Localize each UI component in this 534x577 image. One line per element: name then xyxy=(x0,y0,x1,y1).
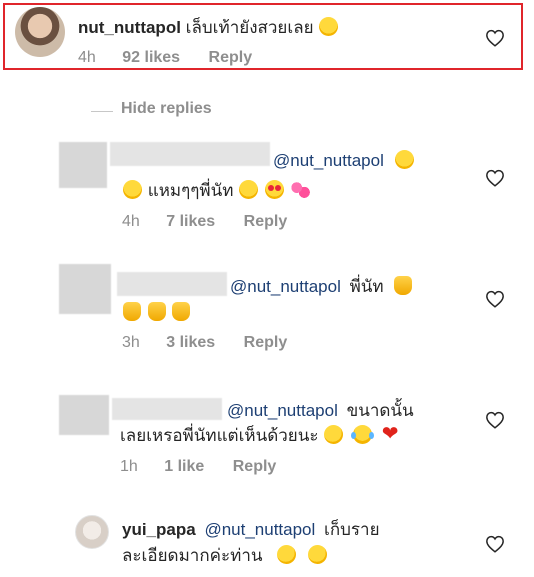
reply-text: ขนาดนั้น xyxy=(346,401,414,420)
comment-time[interactable]: 1h xyxy=(120,458,138,475)
heart-outline-icon[interactable] xyxy=(485,29,505,47)
reply-line-1: @nut_nuttapol พี่นัท xyxy=(230,276,413,298)
heart-eyes-face-icon xyxy=(264,180,284,199)
username-link[interactable] xyxy=(112,398,222,420)
heart-outline-icon[interactable] xyxy=(485,169,505,187)
reply-line-1: @nut_nuttapol xyxy=(273,150,415,172)
likes-count[interactable]: 92 likes xyxy=(122,49,180,66)
thumbs-up-icon xyxy=(394,276,413,295)
reply-line-1: @nut_nuttapol ขนาดนั้น xyxy=(227,400,414,422)
comment-main: nut_nuttapol เล็บเท้ายังสวยเลย xyxy=(78,17,339,39)
reply-button[interactable]: Reply xyxy=(233,458,277,475)
likes-count[interactable]: 1 like xyxy=(164,458,204,475)
reply-meta: 1h 1 like Reply xyxy=(120,458,276,476)
likes-count[interactable]: 3 likes xyxy=(166,334,215,351)
likes-count[interactable]: 7 likes xyxy=(166,213,215,230)
avatar[interactable] xyxy=(15,7,65,57)
divider-line xyxy=(91,111,113,112)
username-link[interactable]: yui_papa xyxy=(122,520,196,539)
reply-button[interactable]: Reply xyxy=(244,334,288,351)
reply-meta: 3h 3 likes Reply xyxy=(122,334,287,352)
comment-meta: 4h 92 likes Reply xyxy=(78,49,252,67)
mention-link[interactable]: @nut_nuttapol xyxy=(204,520,315,539)
reply-text: เก็บราย xyxy=(324,520,380,539)
avatar[interactable] xyxy=(75,515,109,549)
reply-line-2 xyxy=(122,302,191,324)
avatar[interactable] xyxy=(59,395,109,435)
comment-time[interactable]: 4h xyxy=(122,213,140,230)
reply-text: แหมๆๆพี่นัท xyxy=(147,181,234,200)
reply-line-2: แหมๆๆพี่นัท xyxy=(122,180,311,202)
grinning-face-icon xyxy=(123,180,142,199)
reply-line-2: เลยเหรอพี่นัทแต่เห็นด้วยนะ xyxy=(120,421,401,448)
reply-text: ละเอียดมากค่ะท่าน xyxy=(122,546,263,565)
mention-link[interactable]: @nut_nuttapol xyxy=(273,151,384,170)
comment-time[interactable]: 4h xyxy=(78,49,96,66)
reply-button[interactable]: Reply xyxy=(209,49,253,66)
heart-outline-icon[interactable] xyxy=(485,290,505,308)
thumbs-up-icon xyxy=(172,302,191,321)
reply-meta: 4h 7 likes Reply xyxy=(122,213,287,231)
reply-line-2: ละเอียดมากค่ะท่าน xyxy=(122,541,331,568)
reply-text: เลยเหรอพี่นัทแต่เห็นด้วยนะ xyxy=(120,426,319,445)
laughing-face-icon xyxy=(239,180,259,199)
username-link[interactable] xyxy=(110,142,270,166)
username-link[interactable]: nut_nuttapol xyxy=(78,18,181,37)
heart-outline-icon[interactable] xyxy=(485,411,505,429)
laughing-face-icon xyxy=(319,17,339,36)
hide-replies-button[interactable]: Hide replies xyxy=(121,100,212,118)
grinning-face-icon xyxy=(394,150,414,169)
joy-face-icon xyxy=(350,425,374,444)
username-link[interactable] xyxy=(117,272,227,296)
reply-button[interactable]: Reply xyxy=(244,213,288,230)
heart-outline-icon[interactable] xyxy=(485,535,505,553)
thumbs-up-icon xyxy=(147,302,166,321)
avatar[interactable] xyxy=(59,142,107,188)
thumbs-up-icon xyxy=(123,302,141,321)
reply-text: พี่นัท xyxy=(349,277,384,296)
comment-time[interactable]: 3h xyxy=(122,334,140,351)
mention-link[interactable]: @nut_nuttapol xyxy=(227,401,338,420)
rofl-face-icon xyxy=(304,541,331,568)
reply-line-1: yui_papa @nut_nuttapol เก็บราย xyxy=(122,519,380,541)
rofl-face-icon xyxy=(321,421,347,448)
rofl-face-icon xyxy=(274,541,300,568)
red-heart-icon xyxy=(382,423,400,445)
two-hearts-icon xyxy=(290,180,310,199)
mention-link[interactable]: @nut_nuttapol xyxy=(230,277,341,296)
avatar[interactable] xyxy=(59,264,111,314)
comment-text: เล็บเท้ายังสวยเลย xyxy=(185,18,314,37)
